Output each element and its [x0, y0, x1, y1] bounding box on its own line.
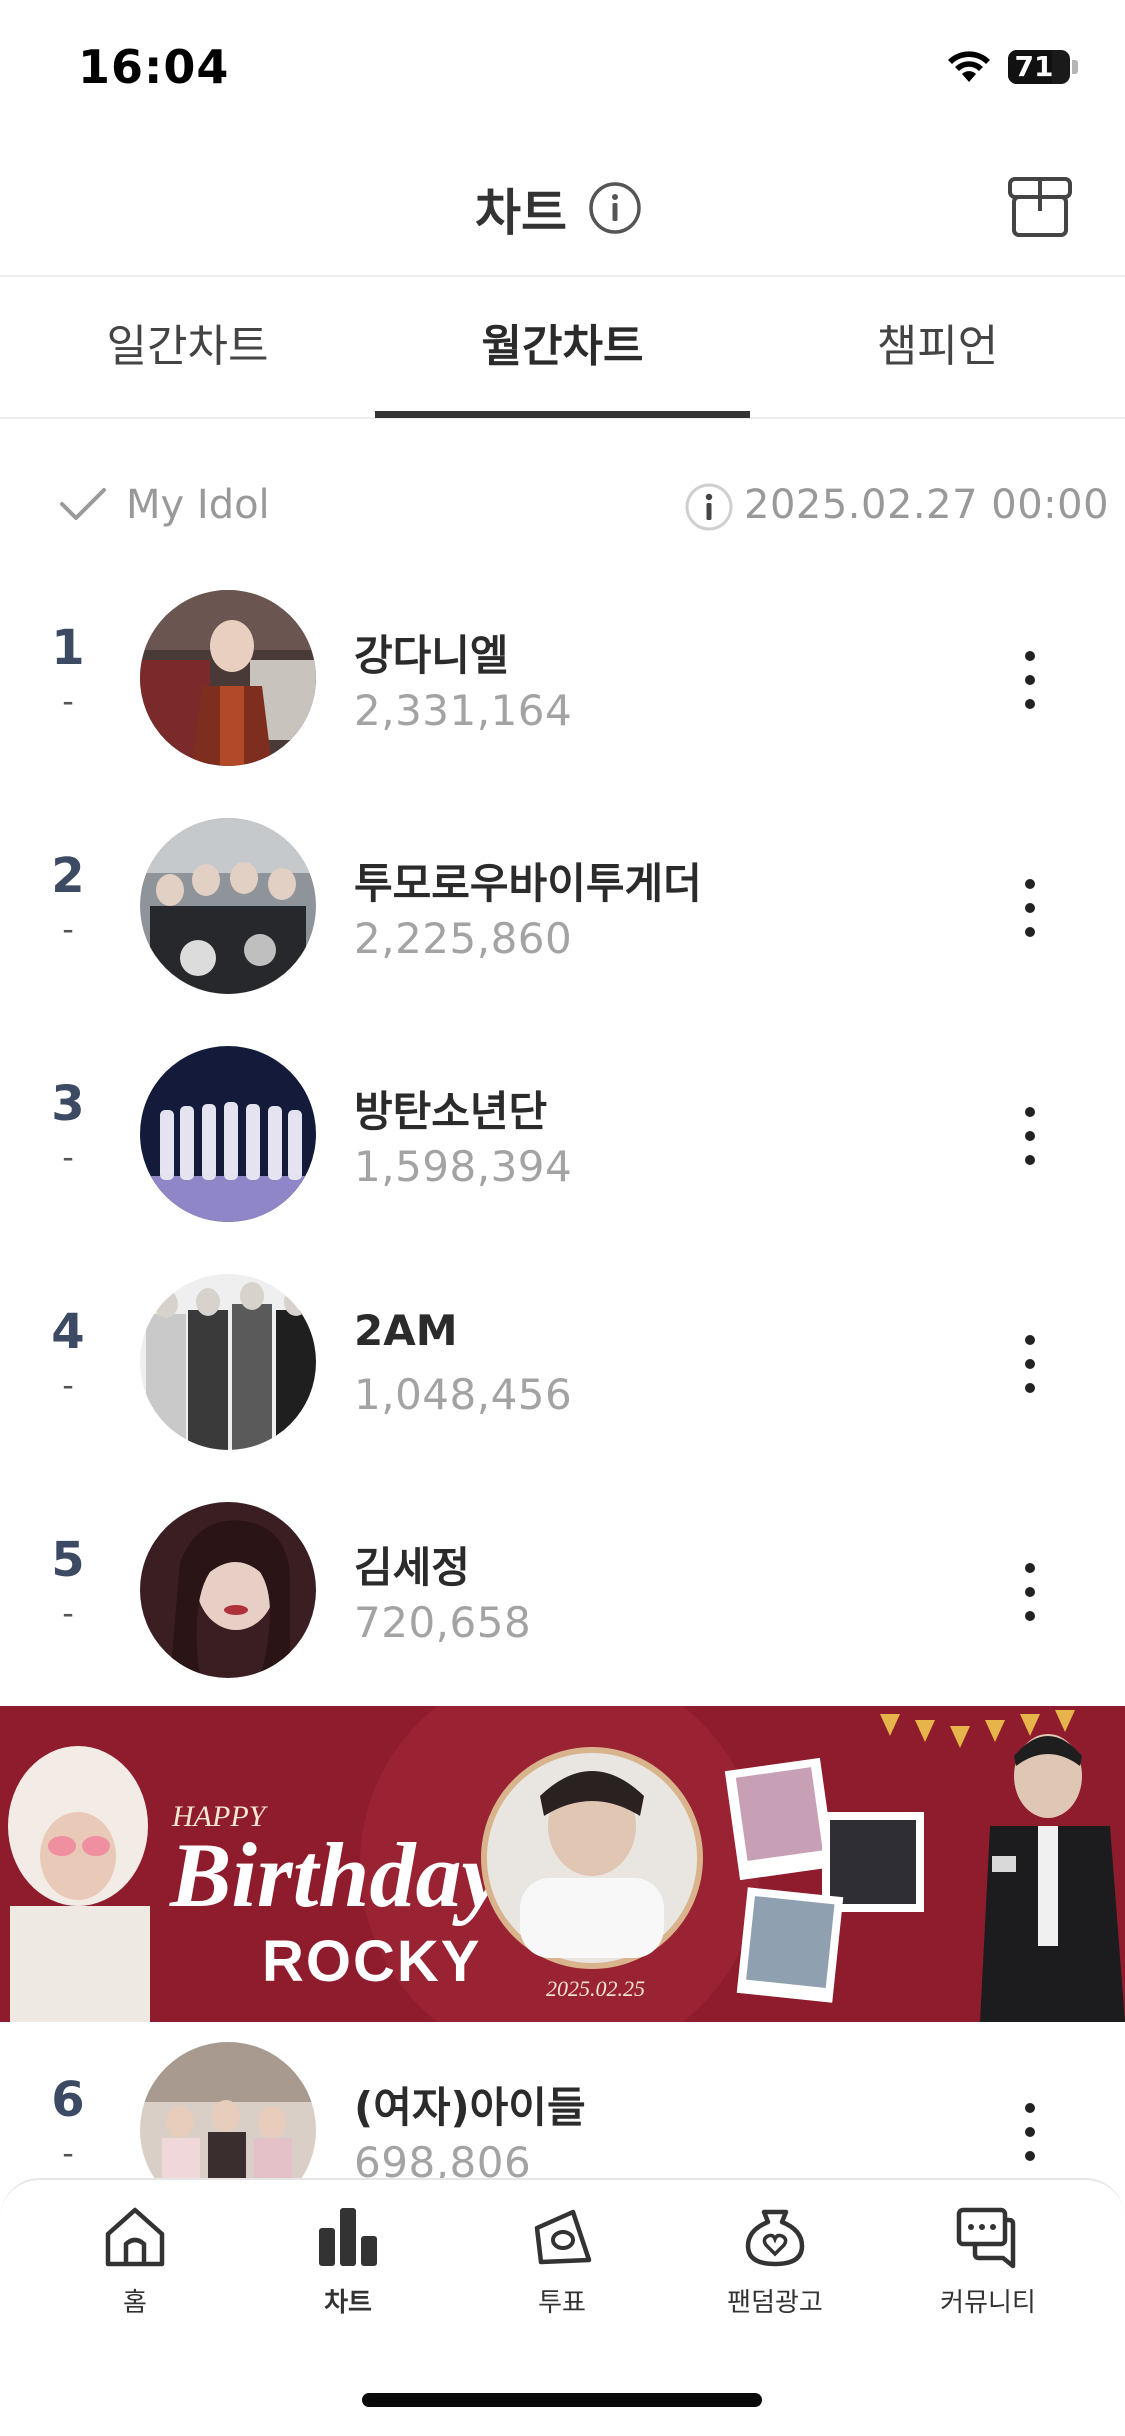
nav-chart-label: 차트	[324, 2288, 372, 2318]
artist-name: 강다니엘	[354, 631, 509, 680]
banner-birthday-text: Birthday	[169, 1824, 503, 1926]
chart-icon	[319, 2208, 377, 2266]
vote-count: 720,658	[354, 1598, 532, 1647]
page-title: 차트	[475, 184, 567, 242]
check-icon[interactable]	[58, 484, 108, 524]
app-header: 차트	[0, 135, 1125, 277]
nav-vote-label: 투표	[538, 2288, 586, 2318]
chart-screen: 16:04 71 차트 일간차트 월간차트 챔피언 My Idol 2025.0…	[0, 0, 1125, 2436]
rank-change: -	[62, 1138, 74, 1176]
more-vertical-icon[interactable]	[1010, 868, 1050, 948]
rank-change: -	[62, 910, 74, 948]
rank-number: 3	[51, 1076, 85, 1132]
status-bar: 16:04 71	[0, 0, 1125, 135]
rank-change: -	[62, 1366, 74, 1404]
rank-change: -	[62, 682, 74, 720]
artist-avatar[interactable]	[140, 1046, 316, 1222]
artist-avatar[interactable]	[140, 590, 316, 766]
nav-vote[interactable]: 투표	[487, 2202, 637, 2322]
vote-icon	[534, 2209, 592, 2265]
more-vertical-icon[interactable]	[1010, 1096, 1050, 1176]
ranking-row[interactable]: 4 - 2AM 1,048,456	[0, 1274, 1125, 1502]
artist-name: 투모로우바이투게더	[354, 859, 702, 908]
nav-home[interactable]: 홈	[60, 2202, 210, 2322]
rank-number: 2	[51, 848, 85, 904]
status-time: 16:04	[78, 40, 230, 94]
gift-box-icon[interactable]	[1004, 171, 1076, 243]
vote-count: 1,048,456	[354, 1370, 573, 1419]
ranking-row[interactable]: 3 - 방탄소년단 1,598,394	[0, 1046, 1125, 1274]
rank-number: 6	[51, 2072, 85, 2128]
info-icon[interactable]	[588, 181, 642, 235]
updated-timestamp: 2025.02.27 00:00	[744, 482, 1110, 528]
nav-chart[interactable]: 차트	[273, 2202, 423, 2322]
nav-home-label: 홈	[123, 2288, 147, 2318]
update-info-icon[interactable]	[684, 482, 734, 532]
ranking-row[interactable]: 5 - 김세정 720,658	[0, 1502, 1125, 1730]
artist-name: (여자)아이들	[354, 2083, 586, 2132]
rank-number: 4	[51, 1304, 85, 1360]
community-icon	[956, 2207, 1016, 2269]
active-tab-indicator	[375, 411, 750, 418]
banner-date: 2025.02.25	[546, 1976, 645, 2001]
more-vertical-icon[interactable]	[1010, 1552, 1050, 1632]
nav-community-label: 커뮤니티	[940, 2288, 1036, 2318]
wifi-icon	[948, 51, 990, 82]
vote-count: 2,331,164	[354, 686, 573, 735]
filter-row: My Idol 2025.02.27 00:00	[0, 470, 1125, 542]
banner-artist-name: ROCKY	[262, 1929, 481, 1994]
nav-fandom-ad[interactable]: 팬덤광고	[700, 2202, 850, 2322]
more-vertical-icon[interactable]	[1010, 1324, 1050, 1404]
my-idol-filter[interactable]: My Idol	[126, 482, 270, 528]
rank-change: -	[62, 2134, 74, 2172]
more-vertical-icon[interactable]	[1010, 640, 1050, 720]
tab-champion[interactable]: 챔피언	[750, 277, 1125, 417]
artist-avatar[interactable]	[140, 818, 316, 994]
artist-name: 김세정	[354, 1543, 470, 1592]
artist-name: 2AM	[354, 1306, 458, 1355]
more-vertical-icon[interactable]	[1010, 2092, 1050, 2172]
banner-artwork: HAPPY Birthday ROCKY 2025.02.25	[0, 1706, 1125, 2022]
battery-tip	[1072, 60, 1078, 74]
birthday-ad-banner[interactable]: HAPPY Birthday ROCKY 2025.02.25	[0, 1706, 1125, 2022]
artist-avatar[interactable]	[140, 1274, 316, 1450]
ranking-row[interactable]: 1 - 강다니엘 2,331,164	[0, 590, 1125, 818]
battery-icon: 71	[1008, 50, 1070, 84]
chart-tabs: 일간차트 월간차트 챔피언	[0, 277, 1125, 419]
fandom-ad-icon	[745, 2209, 805, 2267]
vote-count: 1,598,394	[354, 1142, 573, 1191]
nav-fandom-ad-label: 팬덤광고	[727, 2288, 823, 2318]
artist-avatar[interactable]	[140, 1502, 316, 1678]
home-indicator[interactable]	[362, 2393, 762, 2407]
tab-daily-chart[interactable]: 일간차트	[0, 277, 375, 417]
nav-community[interactable]: 커뮤니티	[913, 2202, 1063, 2322]
rank-number: 1	[51, 620, 85, 676]
ranking-row[interactable]: 2 - 투모로우바이투게더 2,225,860	[0, 818, 1125, 1046]
bottom-navigation: 홈 차트 투표 팬덤광고 커뮤니티	[0, 2178, 1125, 2338]
artist-name: 방탄소년단	[354, 1087, 548, 1136]
home-icon	[105, 2207, 165, 2267]
tab-monthly-chart[interactable]: 월간차트	[375, 277, 750, 417]
rank-number: 5	[51, 1532, 85, 1588]
rank-change: -	[62, 1594, 74, 1632]
vote-count: 2,225,860	[354, 914, 573, 963]
battery-percent: 71	[1014, 50, 1054, 83]
